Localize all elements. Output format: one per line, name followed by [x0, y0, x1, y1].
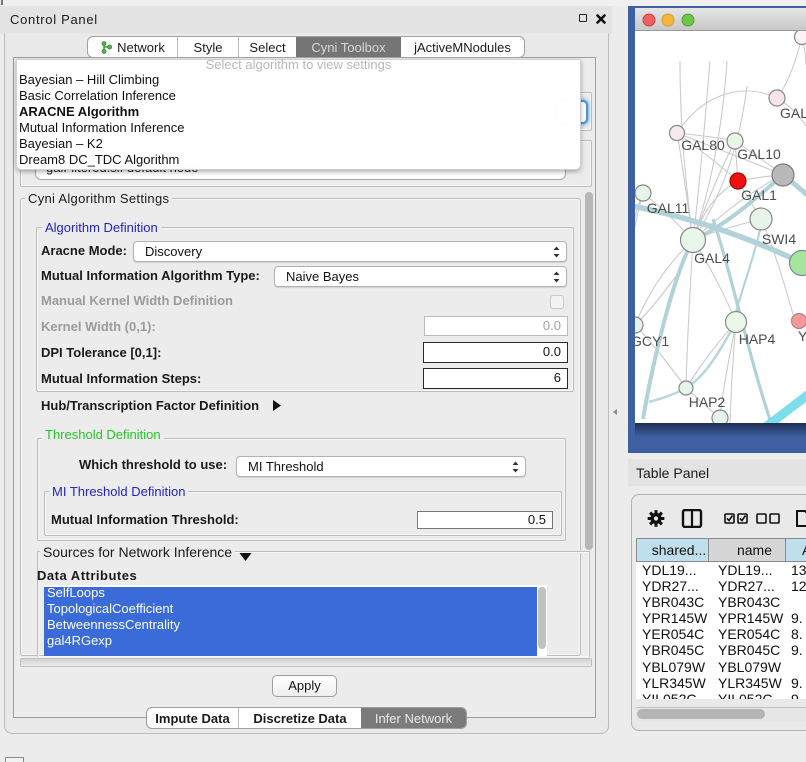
svg-text:GAL10: GAL10 [737, 146, 781, 162]
svg-text:HAP4: HAP4 [739, 331, 776, 347]
svg-text:GAL4: GAL4 [694, 250, 730, 266]
svg-text:Y: Y [798, 328, 806, 344]
svg-text:SWI4: SWI4 [762, 231, 796, 247]
svg-text:GAL11: GAL11 [647, 200, 690, 216]
svg-text:GAL80: GAL80 [681, 137, 725, 153]
svg-text:HAP2: HAP2 [689, 394, 726, 410]
svg-text:GAL: GAL [780, 105, 806, 121]
svg-text:GAL1: GAL1 [741, 187, 777, 203]
svg-text:GCY1: GCY1 [635, 333, 669, 349]
